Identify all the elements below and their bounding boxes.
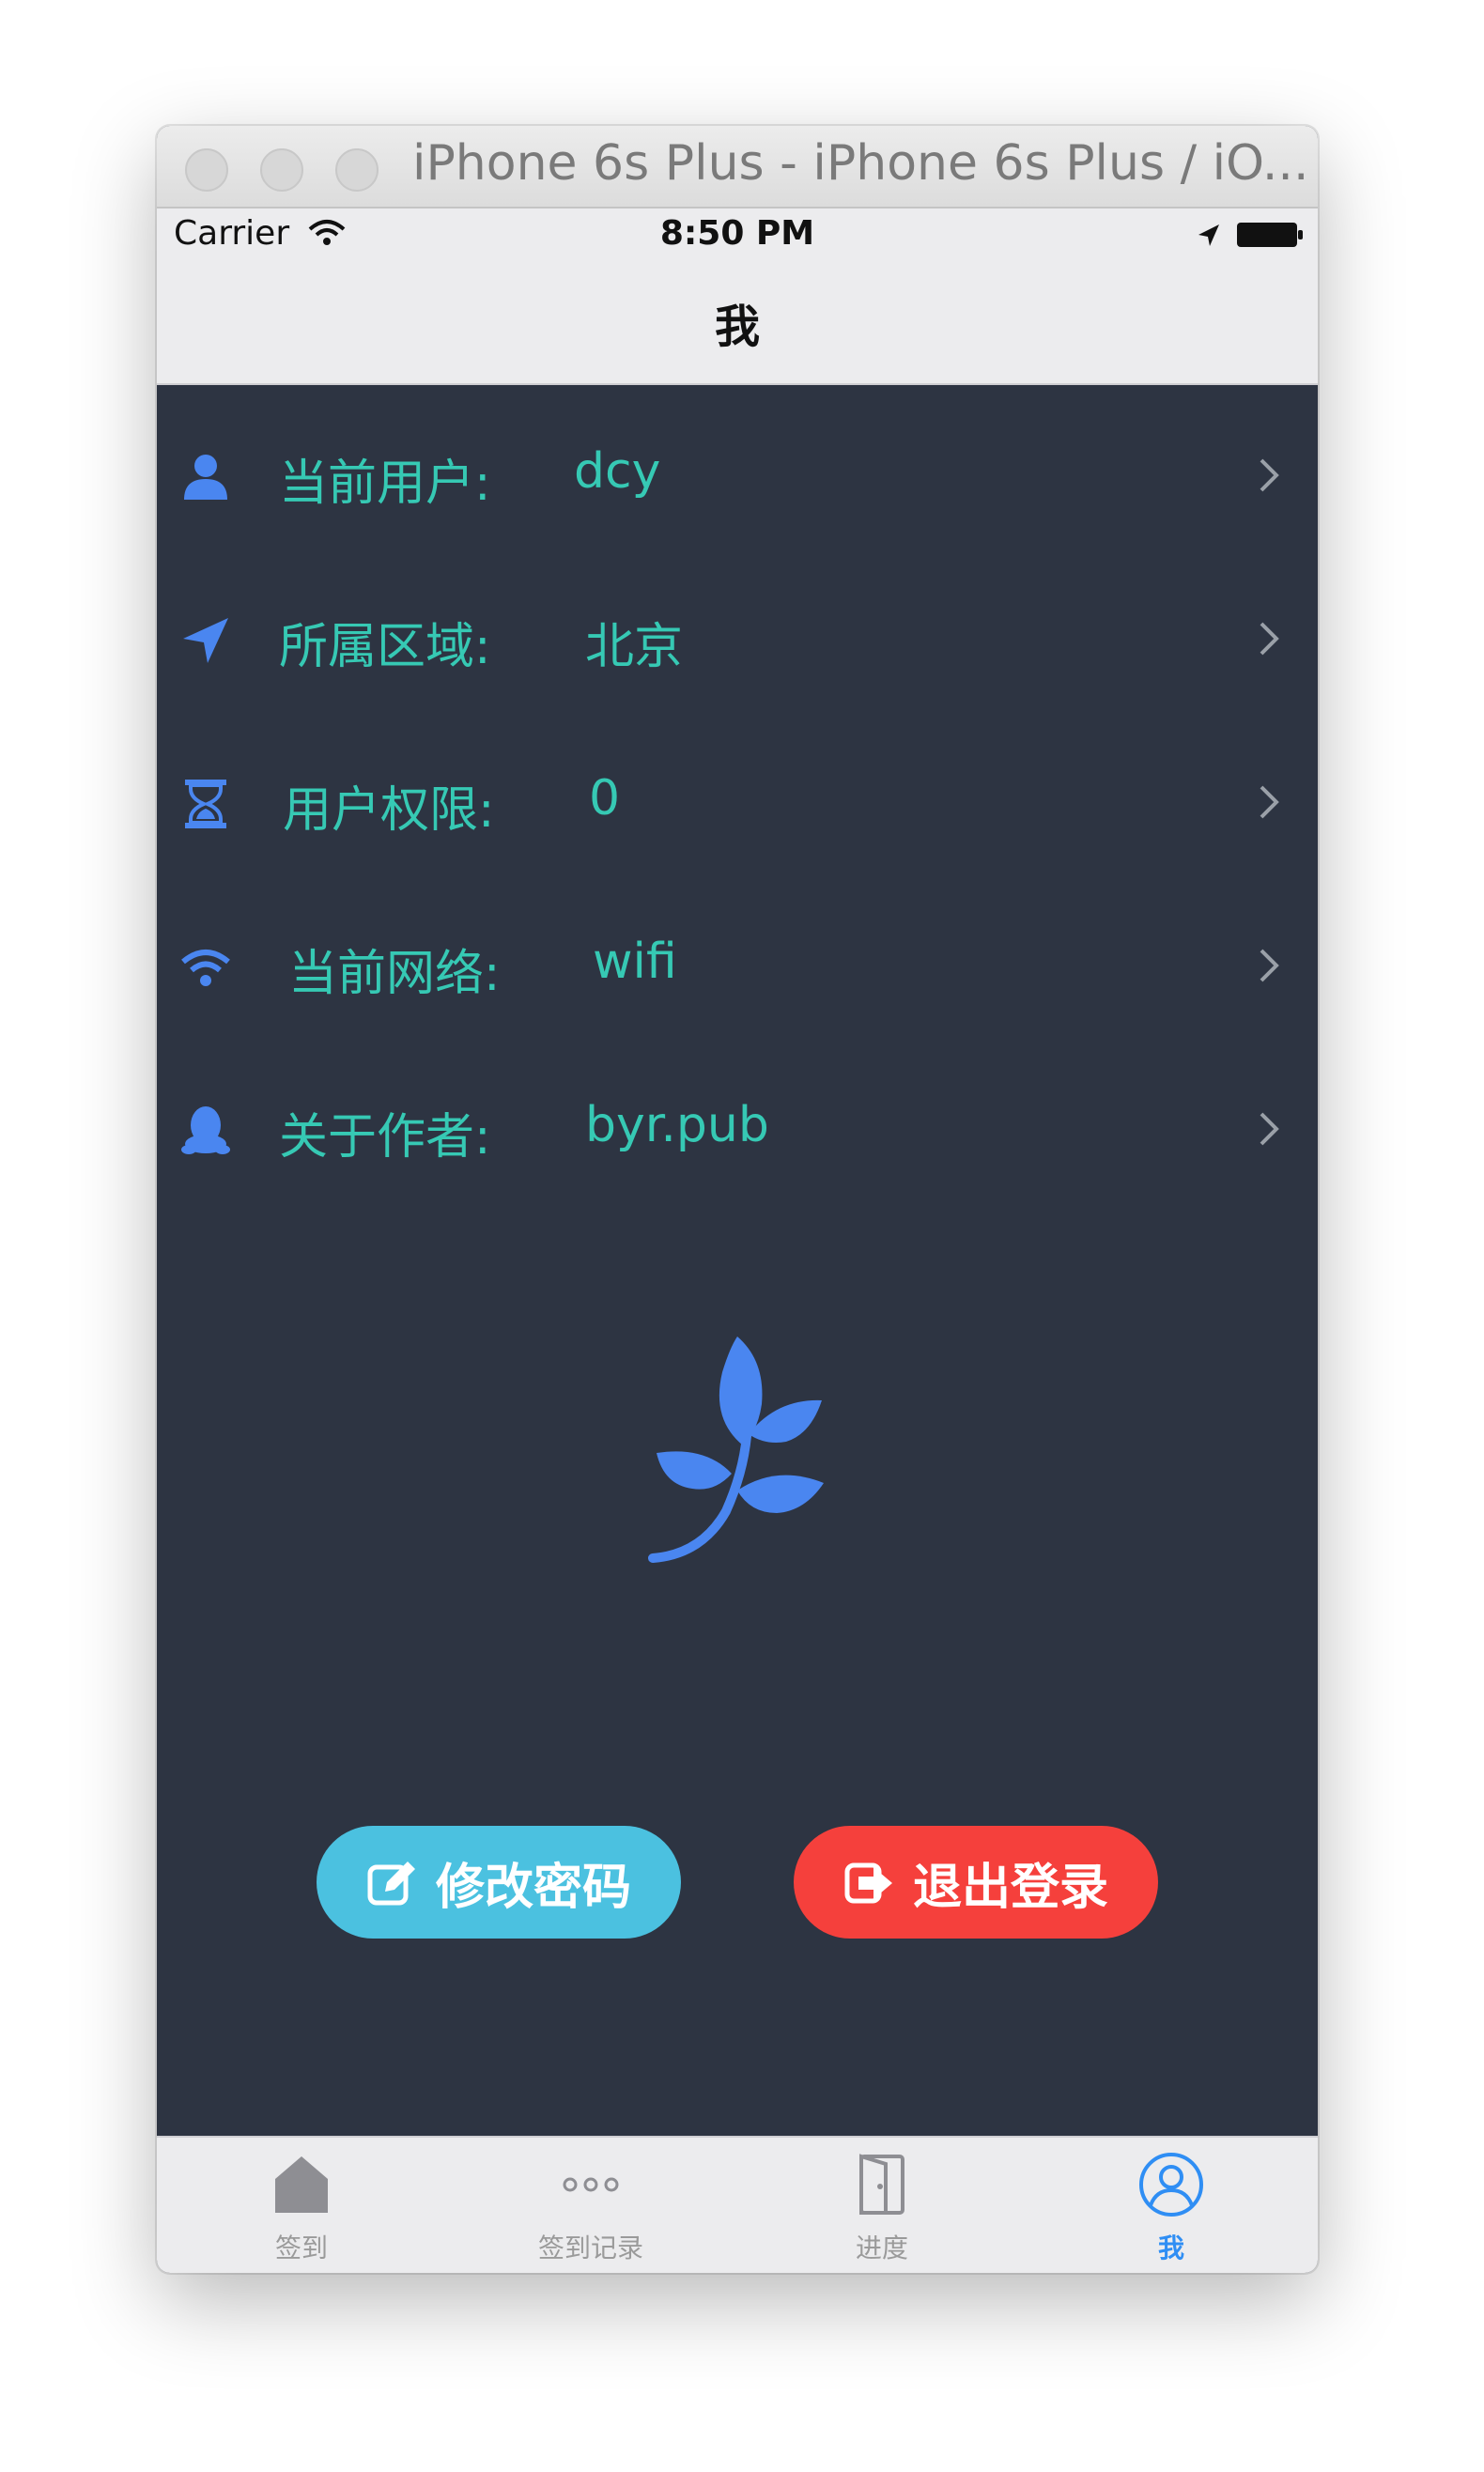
chevron-right-icon xyxy=(1260,785,1279,819)
hourglass-icon xyxy=(185,780,226,828)
user-icon xyxy=(184,455,227,500)
row-permission[interactable]: 用户权限: 0 xyxy=(157,736,1318,868)
status-time: 8:50 PM xyxy=(659,214,815,253)
change-password-label: 修改密码 xyxy=(435,1859,631,1916)
door-icon xyxy=(859,2154,904,2215)
leaf-logo-icon xyxy=(648,1336,824,1563)
location-arrow-icon xyxy=(183,618,228,663)
row-value: 北京 xyxy=(585,619,684,675)
row-label: 关于作者: xyxy=(279,1109,491,1166)
location-services-icon xyxy=(1198,224,1219,246)
tab-me[interactable]: 我 xyxy=(1077,2138,1265,2273)
tab-label: 签到 xyxy=(274,2233,328,2263)
tab-progress[interactable]: 进度 xyxy=(788,2138,976,2273)
more-dots-icon xyxy=(563,2177,619,2192)
close-window-button[interactable] xyxy=(185,148,228,192)
row-label: 所属区域: xyxy=(279,619,491,675)
row-about-author[interactable]: 关于作者: byr.pub xyxy=(157,1063,1318,1195)
row-label: 当前用户: xyxy=(279,456,491,512)
tab-label: 进度 xyxy=(855,2233,908,2263)
home-icon xyxy=(275,2156,328,2213)
zoom-window-button[interactable] xyxy=(335,148,379,192)
qq-penguin-icon xyxy=(181,1106,230,1154)
navigation-bar: 我 xyxy=(157,261,1318,385)
profile-icon xyxy=(1139,2153,1203,2217)
status-bar: Carrier 8:50 PM xyxy=(157,209,1318,261)
chevron-right-icon xyxy=(1260,458,1279,492)
edit-icon xyxy=(367,1862,415,1906)
change-password-button[interactable]: 修改密码 xyxy=(317,1826,681,1939)
page-title: 我 xyxy=(714,301,760,353)
simulator-window: iPhone 6s Plus - iPhone 6s Plus / iO... … xyxy=(157,126,1318,2273)
row-value: dcy xyxy=(574,443,661,500)
row-network[interactable]: 当前网络: wifi xyxy=(157,900,1318,1031)
row-region[interactable]: 所属区域: 北京 xyxy=(157,573,1318,704)
logout-button[interactable]: 退出登录 xyxy=(794,1826,1158,1939)
window-titlebar: iPhone 6s Plus - iPhone 6s Plus / iO... xyxy=(157,126,1318,209)
row-value: 0 xyxy=(589,770,621,827)
minimize-window-button[interactable] xyxy=(260,148,303,192)
tab-sign-in[interactable]: 签到 xyxy=(208,2138,395,2273)
sign-out-icon xyxy=(844,1862,892,1904)
tab-bar: 签到 签到记录 进度 我 xyxy=(157,2136,1318,2273)
row-value: byr.pub xyxy=(585,1097,769,1153)
chevron-right-icon xyxy=(1260,622,1279,656)
chevron-right-icon xyxy=(1260,1112,1279,1146)
logout-label: 退出登录 xyxy=(912,1859,1108,1916)
row-value: wifi xyxy=(593,934,677,990)
row-label: 用户权限: xyxy=(283,782,495,839)
wifi-icon xyxy=(181,950,230,986)
row-current-user[interactable]: 当前用户: dcy xyxy=(157,409,1318,541)
tab-label: 签到记录 xyxy=(537,2233,643,2263)
window-title: iPhone 6s Plus - iPhone 6s Plus / iO... xyxy=(412,135,1309,192)
tab-label: 我 xyxy=(1157,2233,1184,2263)
chevron-right-icon xyxy=(1260,949,1279,982)
battery-icon xyxy=(1237,223,1303,247)
tab-sign-in-records[interactable]: 签到记录 xyxy=(497,2138,685,2273)
row-label: 当前网络: xyxy=(288,946,501,1002)
